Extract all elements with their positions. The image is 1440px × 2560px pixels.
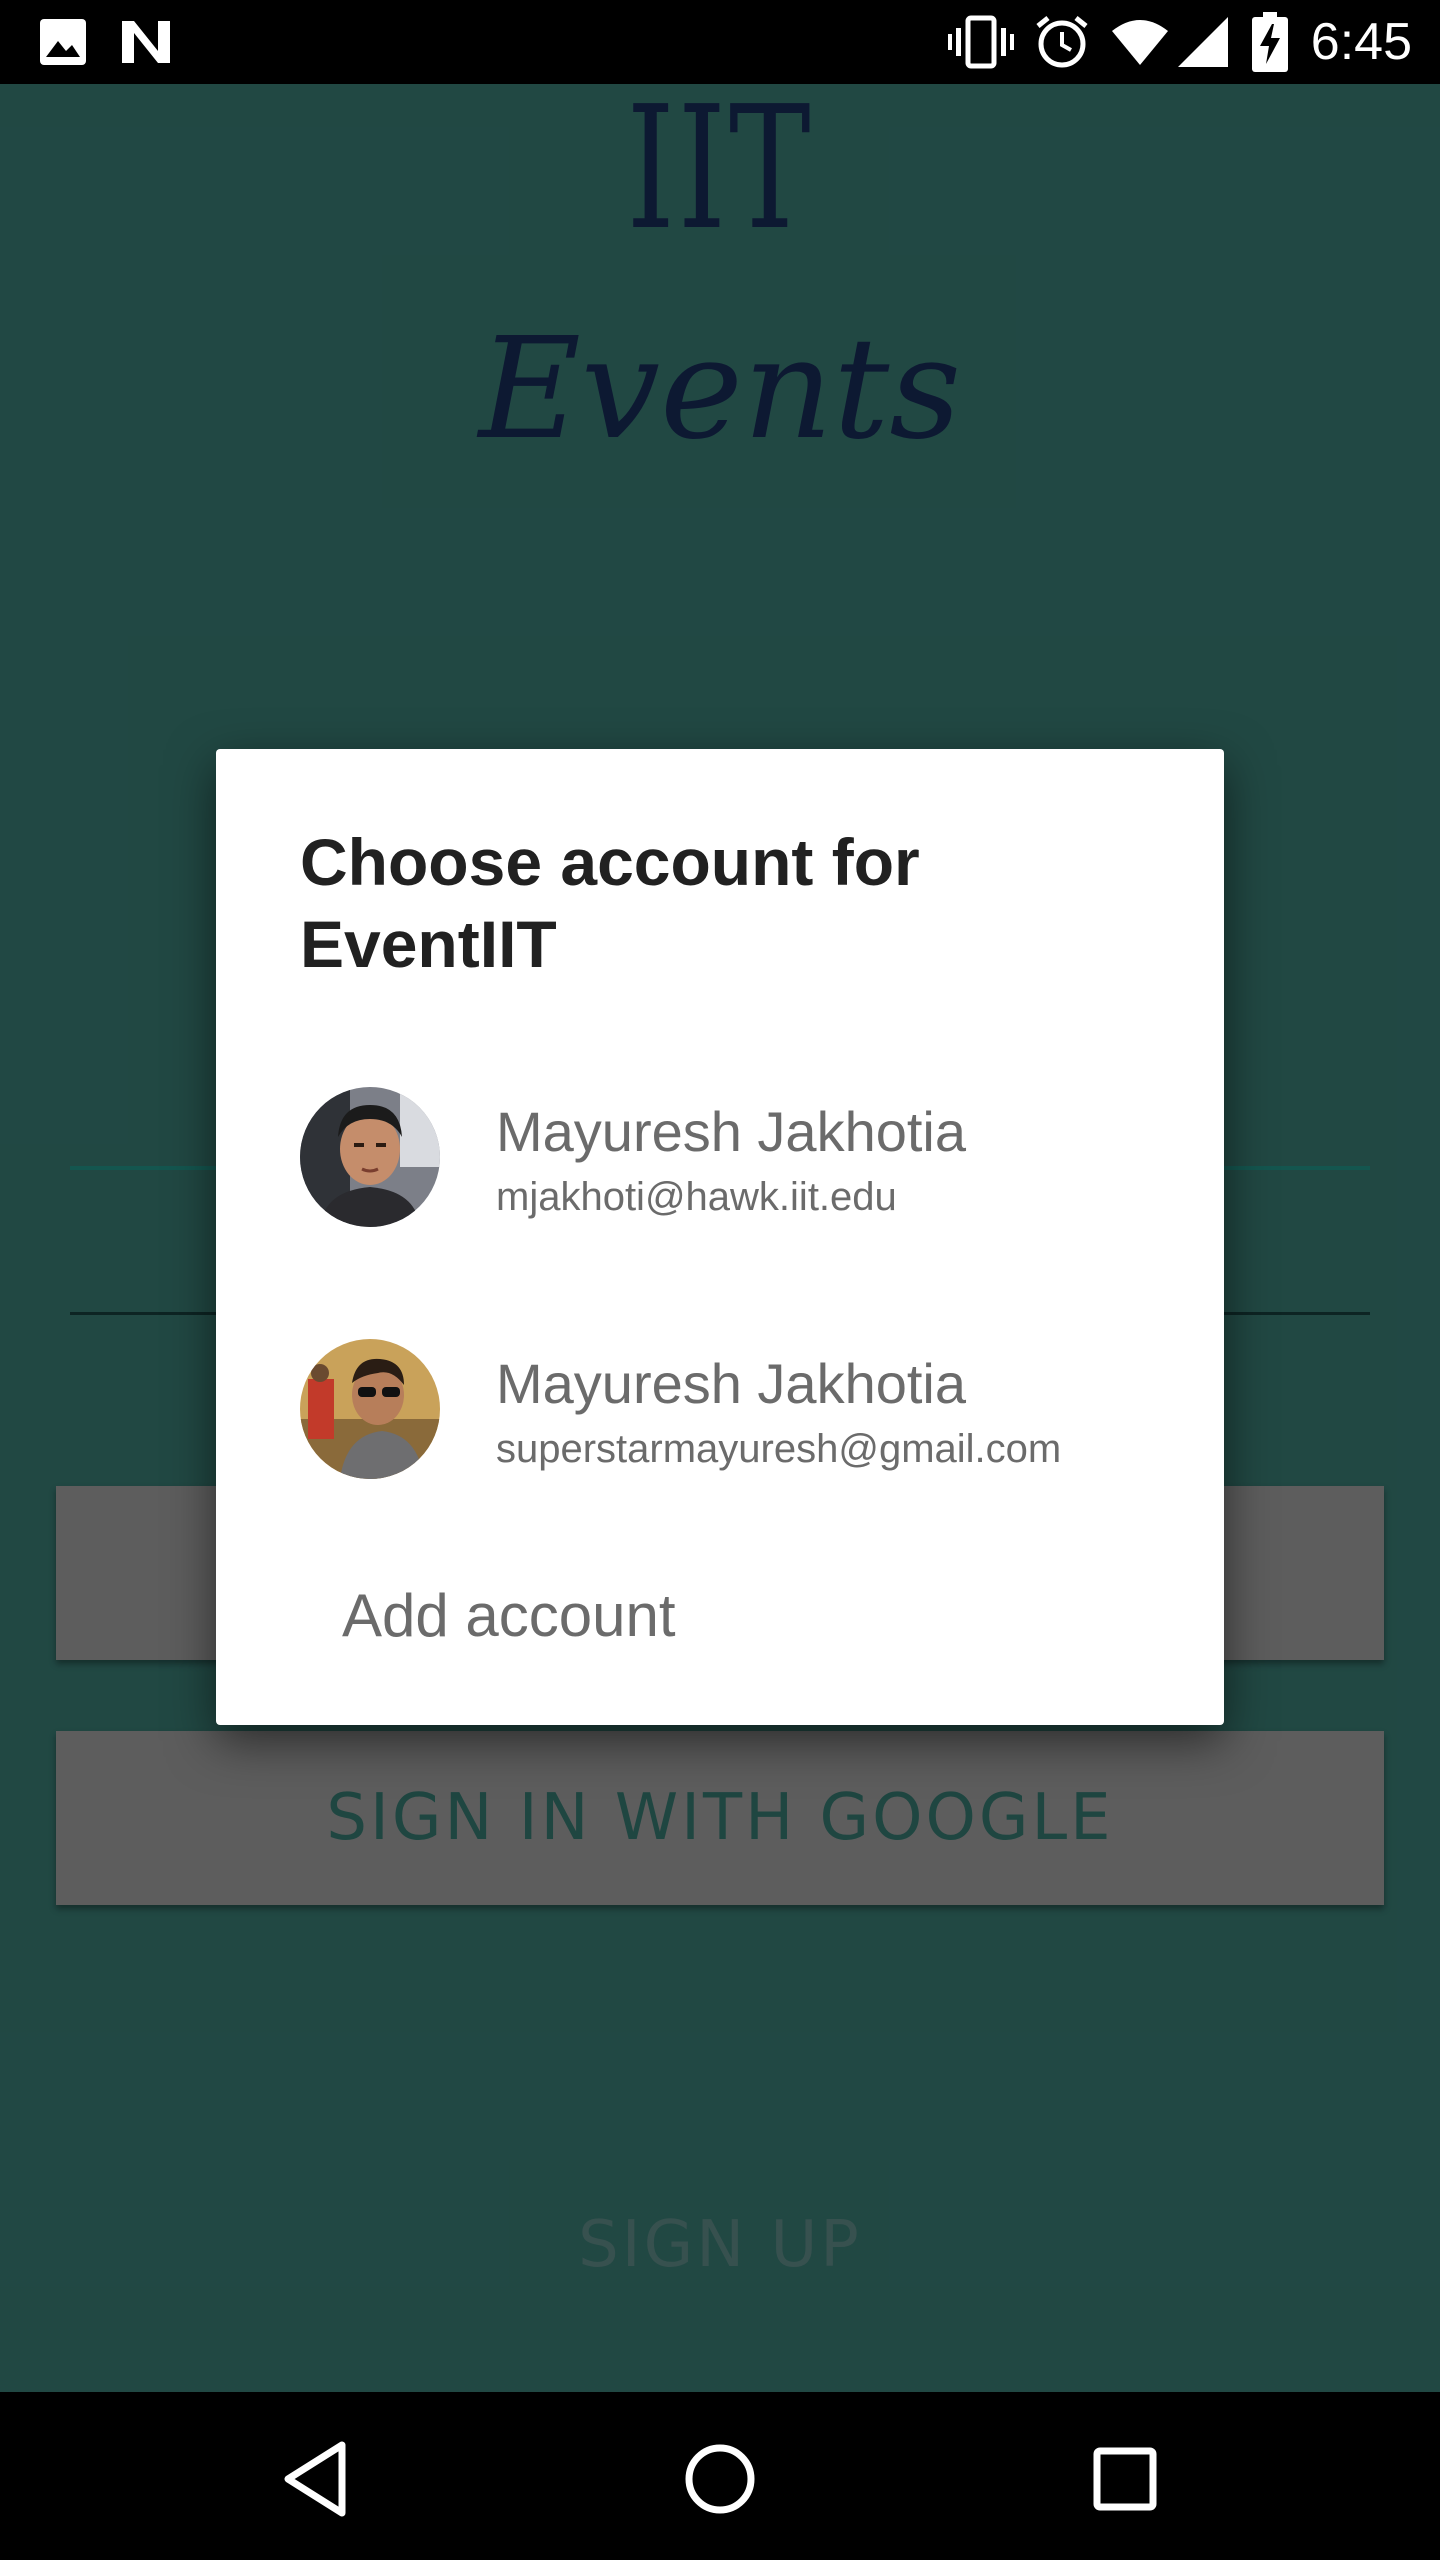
- signal-icon: [1176, 12, 1230, 72]
- alarm-icon: [1034, 12, 1090, 72]
- account-email: mjakhoti@hawk.iit.edu: [496, 1175, 897, 1219]
- account-name: Mayuresh Jakhotia: [496, 1352, 967, 1415]
- status-time: 6:45: [1310, 13, 1412, 71]
- vibrate-icon: [948, 12, 1014, 72]
- recents-icon[interactable]: [1080, 2434, 1170, 2524]
- account-item[interactable]: Mayuresh Jakhotia superstarmayuresh@gmai…: [216, 1321, 1224, 1521]
- dialog-title: Choose account for EventIIT: [300, 825, 920, 981]
- navigation-bar: [0, 2392, 1440, 2560]
- account-item[interactable]: Mayuresh Jakhotia mjakhoti@hawk.iit.edu: [216, 1069, 1224, 1269]
- wifi-icon: [1110, 12, 1170, 72]
- back-icon[interactable]: [270, 2434, 360, 2524]
- add-account-button[interactable]: Add account: [342, 1581, 676, 1650]
- avatar: [300, 1339, 440, 1479]
- account-email: superstarmayuresh@gmail.com: [496, 1427, 1062, 1471]
- account-chooser-dialog: Choose account for EventIIT Mayuresh Jak…: [216, 749, 1224, 1725]
- account-name: Mayuresh Jakhotia: [496, 1100, 967, 1163]
- avatar: [300, 1087, 440, 1227]
- battery-charging-icon: [1252, 12, 1288, 72]
- image-icon: [38, 12, 88, 72]
- n-notification-icon: [118, 12, 174, 72]
- home-icon[interactable]: [675, 2434, 765, 2524]
